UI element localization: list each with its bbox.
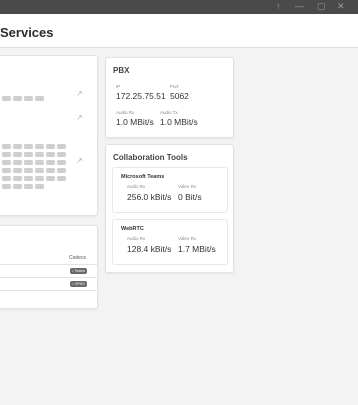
status-pill [2,144,11,149]
status-pill [24,96,33,101]
left-card-top: ↗ ↗ ↗ [0,55,98,216]
codec-tag: ♪ OPUS [70,281,87,287]
status-pill [35,144,44,149]
status-pill [2,96,11,101]
status-pill [57,144,66,149]
teams-audio-rx-value: 256.0 kBit/s [127,192,172,202]
status-pill [24,176,33,181]
table-divider [0,264,97,265]
teams-title: Microsoft Teams [121,174,165,180]
status-pill [35,160,44,165]
status-pill [46,144,55,149]
teams-panel: Microsoft Teams Audio Rx 256.0 kBit/s Vi… [112,167,228,213]
status-pill [57,168,66,173]
codec-tag: ♪ Teams [70,268,87,274]
status-pill [2,184,11,189]
pbx-heading: PBX [113,66,130,75]
webrtc-title: WebRTC [121,226,144,232]
webrtc-panel: WebRTC Audio Rx 128.4 kBit/s Video Rx 1.… [112,219,228,265]
audio-rx-value: 1.0 MBit/s [116,117,154,127]
status-pill [2,152,11,157]
status-pill [46,168,55,173]
webrtc-audio-rx-value: 128.4 kBit/s [127,244,172,254]
audio-rx-label: Audio Rx [116,110,135,115]
status-pill [2,168,11,173]
webrtc-audio-rx-label: Audio Rx [127,236,146,241]
status-pill [13,144,22,149]
window-titlebar: ↑ — ▢ ✕ [0,0,358,14]
status-pill [35,184,44,189]
audio-tx-label: Audio Tx [160,110,178,115]
status-pill [24,184,33,189]
port-value: 5062 [170,91,189,101]
status-pill [46,160,55,165]
ip-label: IP [116,84,121,89]
status-pill [13,160,22,165]
webrtc-video-rx-label: Video Rx [178,236,197,241]
status-pill [13,176,22,181]
status-pill [57,152,66,157]
status-pill [24,152,33,157]
teams-audio-rx-label: Audio Rx [127,184,146,189]
status-pill [57,176,66,181]
table-divider [0,277,97,278]
status-pill [13,96,22,101]
status-pill [2,160,11,165]
status-pill [24,144,33,149]
status-pill [46,152,55,157]
status-pill [13,152,22,157]
external-link-icon[interactable]: ↗ [76,156,83,165]
collaboration-heading: Collaboration Tools [113,153,188,162]
codecs-column-header: Codecs [69,255,86,261]
external-link-icon[interactable]: ↗ [76,113,83,122]
status-pill [35,168,44,173]
webrtc-video-rx-value: 1.7 MBit/s [178,244,216,254]
status-pill [46,176,55,181]
status-pill [13,184,22,189]
ip-value: 172.25.75.51 [116,91,166,101]
teams-video-rx-label: Video Rx [178,184,197,189]
collaboration-card: Collaboration Tools Microsoft Teams Audi… [105,144,234,273]
status-pill [13,168,22,173]
window-close-icon[interactable]: ✕ [337,1,345,12]
codecs-card: Codecs ♪ Teams ♪ OPUS [0,225,98,309]
audio-tx-value: 1.0 MBit/s [160,117,198,127]
page-title: Services [0,25,54,40]
external-link-icon[interactable]: ↗ [76,89,83,98]
window-up-icon[interactable]: ↑ [276,1,281,11]
page-header: Services [0,14,358,48]
window-maximize-icon[interactable]: ▢ [317,1,326,12]
teams-video-rx-value: 0 Bit/s [178,192,202,202]
status-pill [57,160,66,165]
status-pill [35,176,44,181]
port-label: Port [170,84,179,89]
status-pill [2,176,11,181]
table-divider [0,290,97,291]
status-pill [24,160,33,165]
status-pill [35,152,44,157]
status-pill [35,96,44,101]
pbx-card: PBX IP 172.25.75.51 Port 5062 Audio Rx 1… [105,57,234,138]
status-pill [24,168,33,173]
window-minimize-icon[interactable]: — [295,1,304,11]
